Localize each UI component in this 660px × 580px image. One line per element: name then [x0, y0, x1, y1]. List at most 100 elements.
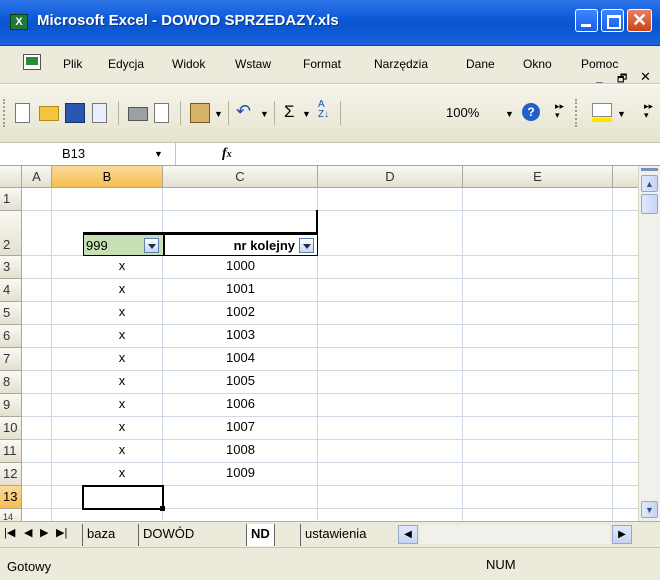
toolbar-options-icon-2[interactable]: ▸▸ ▾	[644, 102, 653, 120]
next-sheet-icon[interactable]: ▶	[40, 526, 48, 539]
cell-c2[interactable]: nr kolejny	[163, 234, 318, 256]
row-header-1[interactable]: 1	[0, 188, 22, 211]
cell-b2[interactable]: 999	[83, 234, 163, 256]
autosum-icon[interactable]: Σ	[284, 102, 295, 122]
fill-handle[interactable]	[160, 506, 165, 511]
column-header-b[interactable]: B	[52, 166, 163, 188]
print-icon[interactable]	[128, 107, 148, 121]
menu-dane[interactable]: Dane	[466, 57, 495, 71]
sheet-tab-ustawienia[interactable]: ustawienia	[300, 524, 370, 546]
cell-c12[interactable]: 1009	[163, 465, 318, 480]
menu-edycja[interactable]: Edycja	[108, 57, 144, 71]
autofilter-dropdown-c2[interactable]	[299, 238, 314, 253]
row-header-7[interactable]: 7	[0, 348, 22, 371]
hscroll-left-button[interactable]: ◀	[398, 525, 418, 544]
row-header-12[interactable]: 12	[0, 463, 22, 486]
cell-b6[interactable]: x	[82, 327, 162, 342]
select-all-corner[interactable]	[0, 166, 22, 188]
cell-b3[interactable]: x	[82, 258, 162, 273]
help-icon[interactable]: ?	[522, 103, 540, 121]
cell-b11[interactable]: x	[82, 442, 162, 457]
row-header-14[interactable]: 14	[0, 509, 22, 521]
menu-pomoc[interactable]: Pomoc	[581, 57, 618, 71]
scroll-thumb[interactable]	[641, 194, 658, 214]
cell-b8[interactable]: x	[82, 373, 162, 388]
horizontal-scroll-track[interactable]	[420, 525, 610, 544]
cell-c8[interactable]: 1005	[163, 373, 318, 388]
cell-c11[interactable]: 1008	[163, 442, 318, 457]
cell-c6[interactable]: 1003	[163, 327, 318, 342]
row-header-10[interactable]: 10	[0, 417, 22, 440]
row-header-11[interactable]: 11	[0, 440, 22, 463]
cell-c3[interactable]: 1000	[163, 258, 318, 273]
scroll-down-button[interactable]: ▼	[641, 501, 658, 518]
new-document-icon[interactable]	[15, 103, 30, 123]
minimize-button[interactable]	[575, 9, 598, 32]
row-header-3[interactable]: 3	[0, 256, 22, 279]
cell-b5[interactable]: x	[82, 304, 162, 319]
menu-narzedzia[interactable]: Narzędzia	[374, 57, 428, 71]
row-header-8[interactable]: 8	[0, 371, 22, 394]
doc-close-icon[interactable]: ✕	[640, 69, 651, 85]
paste-icon[interactable]	[190, 103, 210, 123]
cell-b9[interactable]: x	[82, 396, 162, 411]
split-box[interactable]	[641, 168, 658, 171]
insert-function-icon[interactable]: fx	[222, 146, 232, 162]
formula-input[interactable]	[250, 143, 660, 165]
cell-b4[interactable]: x	[82, 281, 162, 296]
menu-wstaw[interactable]: Wstaw	[235, 57, 271, 71]
zoom-dropdown-icon[interactable]: ▼	[505, 109, 514, 119]
zoom-select[interactable]: 100%	[446, 103, 496, 123]
close-button[interactable]: ✕	[627, 9, 652, 32]
sheet-tab-nd[interactable]: ND	[246, 524, 275, 546]
fill-color-dropdown-icon[interactable]: ▼	[617, 109, 626, 119]
cell-b7[interactable]: x	[82, 350, 162, 365]
cell-c7[interactable]: 1004	[163, 350, 318, 365]
maximize-button[interactable]	[601, 9, 624, 32]
vertical-scrollbar[interactable]: ▲ ▼	[638, 166, 660, 521]
save-icon[interactable]	[65, 103, 85, 123]
first-sheet-icon[interactable]: |◀	[4, 526, 15, 539]
menu-okno[interactable]: Okno	[523, 57, 552, 71]
name-box[interactable]: B13 ▼	[0, 143, 176, 165]
paste-dropdown-icon[interactable]: ▼	[214, 109, 223, 119]
column-header-d[interactable]: D	[318, 166, 463, 188]
column-header-e[interactable]: E	[463, 166, 613, 188]
sort-ascending-icon[interactable]: A Z↓	[318, 100, 329, 120]
scroll-up-button[interactable]: ▲	[641, 175, 658, 192]
toolbar-grip[interactable]	[3, 99, 6, 127]
document-icon[interactable]	[23, 54, 41, 70]
autosum-dropdown-icon[interactable]: ▼	[302, 109, 311, 119]
sheet-tab-dowod[interactable]: DOWÓD	[138, 524, 198, 546]
toolbar-grip-2[interactable]	[575, 99, 578, 127]
menu-widok[interactable]: Widok	[172, 57, 205, 71]
row-header-13[interactable]: 13	[0, 486, 22, 509]
cell-c9[interactable]: 1006	[163, 396, 318, 411]
cell-b10[interactable]: x	[82, 419, 162, 434]
open-folder-icon[interactable]	[39, 106, 59, 121]
doc-minimize-icon[interactable]: _	[596, 70, 603, 84]
autofilter-dropdown-b2[interactable]	[144, 238, 159, 253]
row-header-2[interactable]: 2	[0, 211, 22, 256]
toolbar-options-icon[interactable]: ▸▸ ▾	[555, 102, 564, 120]
column-header-f[interactable]	[613, 166, 638, 188]
hscroll-right-button[interactable]: ▶	[612, 525, 632, 544]
menu-format[interactable]: Format	[303, 57, 341, 71]
column-header-a[interactable]: A	[22, 166, 52, 188]
cell-c4[interactable]: 1001	[163, 281, 318, 296]
row-header-9[interactable]: 9	[0, 394, 22, 417]
active-cell-b13[interactable]	[82, 485, 164, 510]
prev-sheet-icon[interactable]: ◀	[24, 526, 32, 539]
fill-color-icon[interactable]	[592, 103, 612, 117]
menu-plik[interactable]: Plik	[63, 57, 82, 71]
cell-b12[interactable]: x	[82, 465, 162, 480]
cell-c5[interactable]: 1002	[163, 304, 318, 319]
name-box-dropdown-icon[interactable]: ▼	[154, 149, 163, 159]
permission-icon[interactable]	[92, 103, 107, 123]
last-sheet-icon[interactable]: ▶|	[56, 526, 67, 539]
sheet-tab-baza[interactable]: baza	[82, 524, 119, 546]
print-preview-icon[interactable]	[154, 103, 169, 123]
undo-dropdown-icon[interactable]: ▼	[260, 109, 269, 119]
row-header-6[interactable]: 6	[0, 325, 22, 348]
row-header-4[interactable]: 4	[0, 279, 22, 302]
